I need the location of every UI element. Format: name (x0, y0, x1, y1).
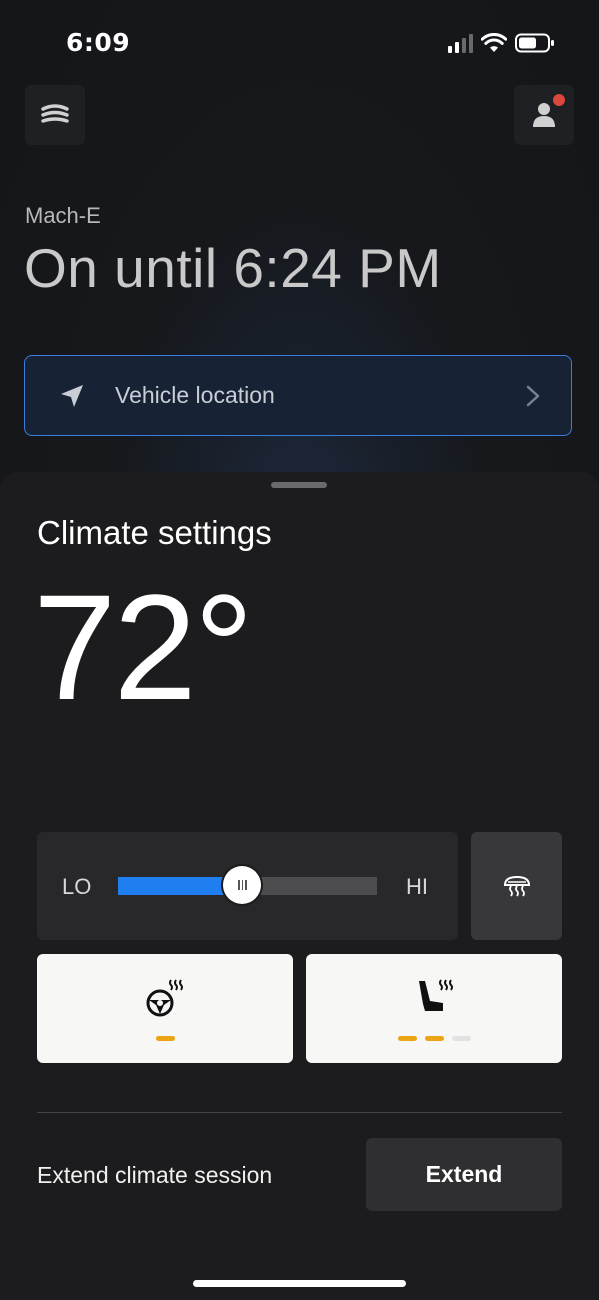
cellular-signal-icon (448, 33, 473, 53)
heated-seat-button[interactable] (306, 954, 562, 1063)
rear-defrost-icon (503, 875, 530, 897)
temperature-slider[interactable] (118, 866, 377, 904)
navigation-arrow-icon (61, 384, 83, 407)
vehicle-menu-button[interactable] (25, 85, 85, 145)
divider (37, 1112, 562, 1113)
vehicle-menu-icon (41, 104, 69, 123)
chevron-right-icon (526, 385, 540, 406)
heated-wheel-levels (37, 1036, 293, 1041)
climate-sheet: Climate settings 72° LO HI Extend climat… (0, 472, 599, 1300)
app-screen: 6:09 Mach-E On until 6:24 PM Vehicle loc… (0, 0, 599, 1300)
grip-icon (238, 880, 247, 890)
extend-button[interactable]: Extend (366, 1138, 562, 1211)
climate-title: Climate settings (37, 514, 272, 551)
status-icons (448, 33, 555, 53)
sheet-grabber[interactable] (271, 482, 327, 488)
heated-seat-level-1 (397, 1036, 417, 1041)
rear-defrost-button[interactable] (471, 832, 562, 940)
temperature-readout: 72° (33, 563, 254, 731)
vehicle-location-button[interactable]: Vehicle location (24, 355, 572, 436)
heated-seat-level-3 (451, 1036, 471, 1041)
temperature-slider-panel: LO HI (37, 832, 458, 940)
heated-steering-wheel-button[interactable] (37, 954, 293, 1063)
slider-hi-label: HI (406, 874, 428, 899)
profile-icon (533, 103, 555, 127)
notification-badge (553, 94, 565, 106)
vehicle-name: Mach-E (25, 203, 101, 228)
heated-steering-wheel-icon (146, 979, 183, 1017)
vehicle-location-label: Vehicle location (115, 382, 275, 408)
heated-seat-icon (419, 979, 453, 1011)
slider-lo-label: LO (62, 874, 92, 899)
extend-session-label: Extend climate session (37, 1162, 273, 1188)
slider-thumb[interactable] (223, 866, 262, 904)
vehicle-status: On until 6:24 PM (24, 237, 442, 299)
profile-button[interactable] (514, 85, 574, 145)
heated-wheel-level-1 (155, 1036, 175, 1041)
battery-icon (515, 33, 554, 53)
home-indicator[interactable] (193, 1280, 406, 1287)
wifi-icon (481, 33, 507, 52)
heated-seat-levels (306, 1036, 562, 1041)
status-bar: 6:09 (0, 0, 599, 90)
status-time: 6:09 (66, 28, 131, 57)
heated-seat-level-2 (424, 1036, 444, 1041)
